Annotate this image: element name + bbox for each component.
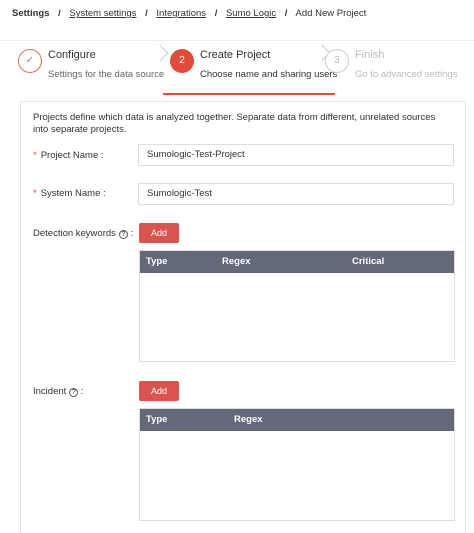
project-name-label: * Project Name : bbox=[33, 150, 104, 161]
incident-text: Incident bbox=[33, 386, 67, 397]
column-regex: Regex bbox=[234, 414, 263, 425]
project-form-panel: Projects define which data is analyzed t… bbox=[20, 101, 466, 533]
project-name-input[interactable]: Sumologic-Test-Project bbox=[138, 144, 454, 166]
required-mark: * bbox=[33, 188, 37, 199]
check-icon: ✓ bbox=[18, 49, 42, 73]
wizard-steps: ✓ Configure Settings for the data source… bbox=[0, 40, 474, 98]
breadcrumb-separator: / bbox=[58, 8, 61, 19]
breadcrumb-integrations[interactable]: Integrations bbox=[156, 8, 206, 19]
step-subtitle: Settings for the data source bbox=[48, 69, 165, 80]
table-header: Type Regex bbox=[140, 409, 454, 431]
label-colon: : bbox=[103, 188, 106, 199]
breadcrumb-sumo-logic[interactable]: Sumo Logic bbox=[226, 8, 276, 19]
step-create-project[interactable]: 2 Create Project Choose name and sharing… bbox=[170, 49, 337, 95]
step-subtitle: Choose name and sharing users bbox=[200, 69, 338, 80]
step-finish[interactable]: 3 Finish Go to advanced settings bbox=[325, 49, 465, 95]
step-title: Create Project bbox=[200, 49, 271, 61]
label-colon: : bbox=[100, 150, 104, 161]
breadcrumb-separator: / bbox=[214, 8, 218, 19]
project-name-text: Project Name bbox=[40, 150, 99, 161]
breadcrumb-system-settings[interactable]: System settings bbox=[69, 8, 136, 19]
question-circle-icon[interactable]: ? bbox=[118, 230, 128, 239]
detection-keywords-text: Detection keywords bbox=[33, 228, 116, 239]
column-type: Type bbox=[146, 256, 168, 267]
column-type: Type bbox=[146, 414, 168, 425]
system-name-input[interactable]: Sumologic-Test bbox=[138, 183, 454, 205]
column-critical: Critical bbox=[352, 256, 385, 267]
step-number-badge: 3 bbox=[325, 49, 349, 73]
breadcrumb-separator: / bbox=[145, 8, 148, 19]
form-description: Projects define which data is analyzed t… bbox=[33, 112, 436, 135]
breadcrumb-current: Add New Project bbox=[295, 8, 367, 19]
required-mark: * bbox=[33, 150, 37, 161]
label-colon: : bbox=[130, 228, 134, 239]
column-regex: Regex bbox=[222, 256, 251, 267]
label-colon: : bbox=[80, 386, 84, 397]
breadcrumb: Settings / System settings / Integration… bbox=[12, 8, 366, 22]
table-header: Type Regex Critical bbox=[140, 251, 454, 273]
breadcrumb-root: Settings bbox=[12, 8, 50, 19]
incident-table: Type Regex bbox=[139, 408, 455, 521]
step-configure[interactable]: ✓ Configure Settings for the data source bbox=[18, 49, 165, 95]
breadcrumb-separator: / bbox=[284, 8, 288, 19]
add-incident-button[interactable]: Add bbox=[139, 381, 179, 401]
system-name-label: * System Name : bbox=[33, 188, 106, 199]
step-title: Configure bbox=[48, 49, 96, 61]
step-subtitle: Go to advanced settings bbox=[355, 69, 458, 80]
step-title: Finish bbox=[355, 49, 385, 61]
add-detection-keyword-button[interactable]: Add bbox=[139, 223, 179, 243]
incident-label: Incident? : bbox=[33, 386, 84, 397]
detection-keywords-label: Detection keywords? : bbox=[33, 228, 133, 239]
active-step-indicator bbox=[163, 93, 335, 95]
step-number-badge: 2 bbox=[170, 49, 194, 73]
question-circle-icon[interactable]: ? bbox=[69, 388, 79, 397]
system-name-text: System Name bbox=[40, 188, 101, 199]
detection-keywords-table: Type Regex Critical bbox=[139, 250, 455, 362]
